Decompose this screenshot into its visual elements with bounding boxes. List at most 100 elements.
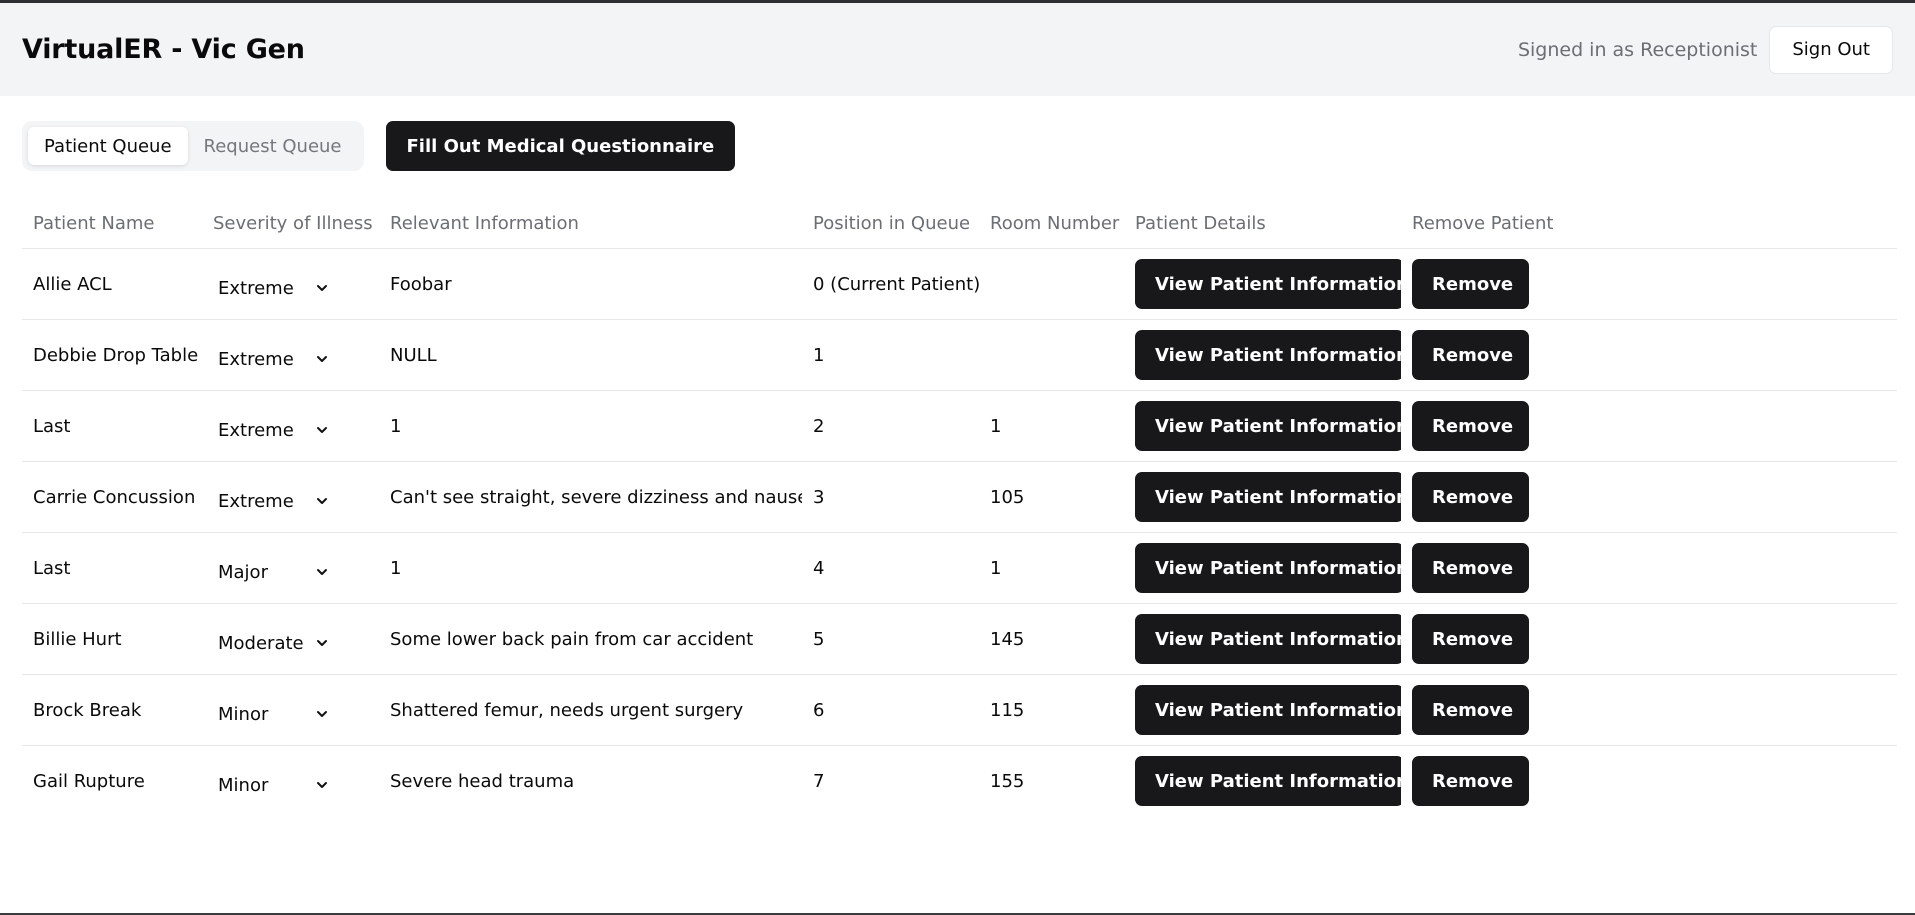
remove-patient-button[interactable]: Remove [1412, 330, 1529, 380]
patient-name: Debbie Drop Table [22, 319, 202, 391]
patient-queue-table: Patient Name Severity of Illness Relevan… [22, 198, 1897, 817]
queue-position: 1 [802, 319, 979, 391]
patient-name: Brock Break [22, 674, 202, 746]
view-patient-info-button[interactable]: View Patient Information [1135, 685, 1401, 735]
room-number: 145 [979, 603, 1124, 675]
remove-patient-cell: Remove [1401, 461, 1897, 533]
remove-patient-button[interactable]: Remove [1412, 756, 1529, 807]
room-number: 115 [979, 674, 1124, 746]
patient-details-cell: View Patient Information [1124, 746, 1401, 817]
column-header-severity: Severity of Illness [202, 198, 379, 249]
remove-patient-button[interactable]: Remove [1412, 259, 1529, 309]
room-number [979, 248, 1124, 320]
relevant-info: 1 [379, 532, 802, 604]
table-row: Brock Break Minor Shattered femur, needs u… [22, 674, 1897, 746]
severity-select[interactable]: Major [218, 562, 330, 583]
patient-details-cell: View Patient Information [1124, 390, 1401, 462]
severity-select[interactable]: Minor [218, 704, 330, 725]
severity-value: Extreme [218, 419, 294, 441]
view-patient-info-button[interactable]: View Patient Information [1135, 614, 1401, 664]
fill-questionnaire-button[interactable]: Fill Out Medical Questionnaire [385, 121, 736, 171]
severity-value: Major [218, 561, 268, 583]
tab-patient-queue[interactable]: Patient Queue [28, 127, 188, 165]
remove-patient-cell: Remove [1401, 603, 1897, 675]
relevant-info: Severe head trauma [390, 770, 575, 792]
severity-cell: Extreme [202, 390, 379, 462]
severity-cell: Minor [202, 674, 379, 746]
column-header-position: Position in Queue [802, 198, 979, 249]
view-patient-info-button[interactable]: View Patient Information [1135, 259, 1401, 309]
view-patient-info-button[interactable]: View Patient Information [1135, 472, 1401, 522]
room-number [979, 319, 1124, 391]
queue-position: 5 [802, 603, 979, 675]
remove-patient-button[interactable]: Remove [1412, 401, 1529, 451]
severity-value: Moderate [218, 632, 304, 654]
table-row: Allie ACL Extreme Foobar 0 (Current Patient… [22, 248, 1897, 320]
patient-name: Gail Rupture [33, 770, 145, 792]
chevron-down-icon [314, 422, 330, 438]
column-header-remove-patient: Remove Patient [1401, 198, 1897, 249]
queue-position: 4 [802, 532, 979, 604]
view-patient-info-button[interactable]: View Patient Information [1135, 401, 1401, 451]
room-number: 1 [979, 532, 1124, 604]
patient-name: Billie Hurt [22, 603, 202, 675]
tab-request-queue[interactable]: Request Queue [188, 127, 358, 165]
severity-select[interactable]: Extreme [218, 420, 330, 441]
severity-select[interactable]: Extreme [218, 491, 330, 512]
chevron-down-icon [314, 351, 330, 367]
patient-name: Allie ACL [22, 248, 202, 320]
column-header-patient-name: Patient Name [22, 198, 202, 249]
remove-patient-button[interactable]: Remove [1412, 685, 1529, 735]
column-header-relevant-info: Relevant Information [379, 198, 802, 249]
room-number: 105 [979, 461, 1124, 533]
remove-patient-button[interactable]: Remove [1412, 543, 1529, 593]
room-number: 1 [979, 390, 1124, 462]
app-header: VirtualER - Vic Gen Signed in as Recepti… [0, 3, 1915, 96]
chevron-down-icon [314, 280, 330, 296]
table-header-row: Patient Name Severity of Illness Relevan… [22, 198, 1897, 249]
relevant-info: Some lower back pain from car accident [379, 603, 802, 675]
chevron-down-icon [314, 777, 330, 793]
remove-patient-cell: Remove [1401, 319, 1897, 391]
patient-details-cell: View Patient Information [1124, 674, 1401, 746]
relevant-info: 1 [379, 390, 802, 462]
signed-in-status: Signed in as Receptionist [1517, 38, 1758, 61]
sign-out-button[interactable]: Sign Out [1769, 25, 1893, 74]
chevron-down-icon [314, 706, 330, 722]
column-header-room: Room Number [979, 198, 1124, 249]
header-user-area: Signed in as Receptionist Sign Out [1517, 25, 1893, 74]
severity-select[interactable]: Moderate [218, 633, 330, 654]
severity-select[interactable]: Extreme [218, 278, 330, 299]
severity-cell: Minor [202, 746, 379, 817]
severity-value: Extreme [218, 348, 294, 370]
remove-patient-button[interactable]: Remove [1412, 614, 1529, 664]
severity-cell: Extreme [202, 248, 379, 320]
relevant-info: NULL [379, 319, 802, 391]
patient-details-cell: View Patient Information [1124, 248, 1401, 320]
view-patient-info-button[interactable]: View Patient Information [1135, 756, 1401, 807]
view-patient-info-button[interactable]: View Patient Information [1135, 543, 1401, 593]
relevant-info: Shattered femur, needs urgent surgery [379, 674, 802, 746]
chevron-down-icon [314, 635, 330, 651]
severity-cell: Moderate [202, 603, 379, 675]
patient-name: Last [22, 390, 202, 462]
table-row: Debbie Drop Table Extreme NULL 1 View Patien… [22, 319, 1897, 391]
queue-position: 3 [802, 461, 979, 533]
column-header-patient-details: Patient Details [1124, 198, 1401, 249]
app-title: VirtualER - Vic Gen [22, 34, 305, 65]
table-row: Last Extreme 1 2 1 View Patient Information Re… [22, 390, 1897, 462]
queue-position: 0 (Current Patient) [802, 248, 979, 320]
remove-patient-button[interactable]: Remove [1412, 472, 1529, 522]
patient-details-cell: View Patient Information [1124, 461, 1401, 533]
room-number: 155 [990, 770, 1025, 792]
remove-patient-cell: Remove [1401, 532, 1897, 604]
severity-select[interactable]: Extreme [218, 349, 330, 370]
severity-value: Minor [218, 774, 269, 796]
severity-select[interactable]: Minor [218, 775, 330, 796]
severity-cell: Extreme [202, 319, 379, 391]
toolbar: Patient Queue Request Queue Fill Out Med… [22, 121, 736, 171]
view-patient-info-button[interactable]: View Patient Information [1135, 330, 1401, 380]
patient-details-cell: View Patient Information [1124, 532, 1401, 604]
severity-cell: Major [202, 532, 379, 604]
patient-details-cell: View Patient Information [1124, 603, 1401, 675]
